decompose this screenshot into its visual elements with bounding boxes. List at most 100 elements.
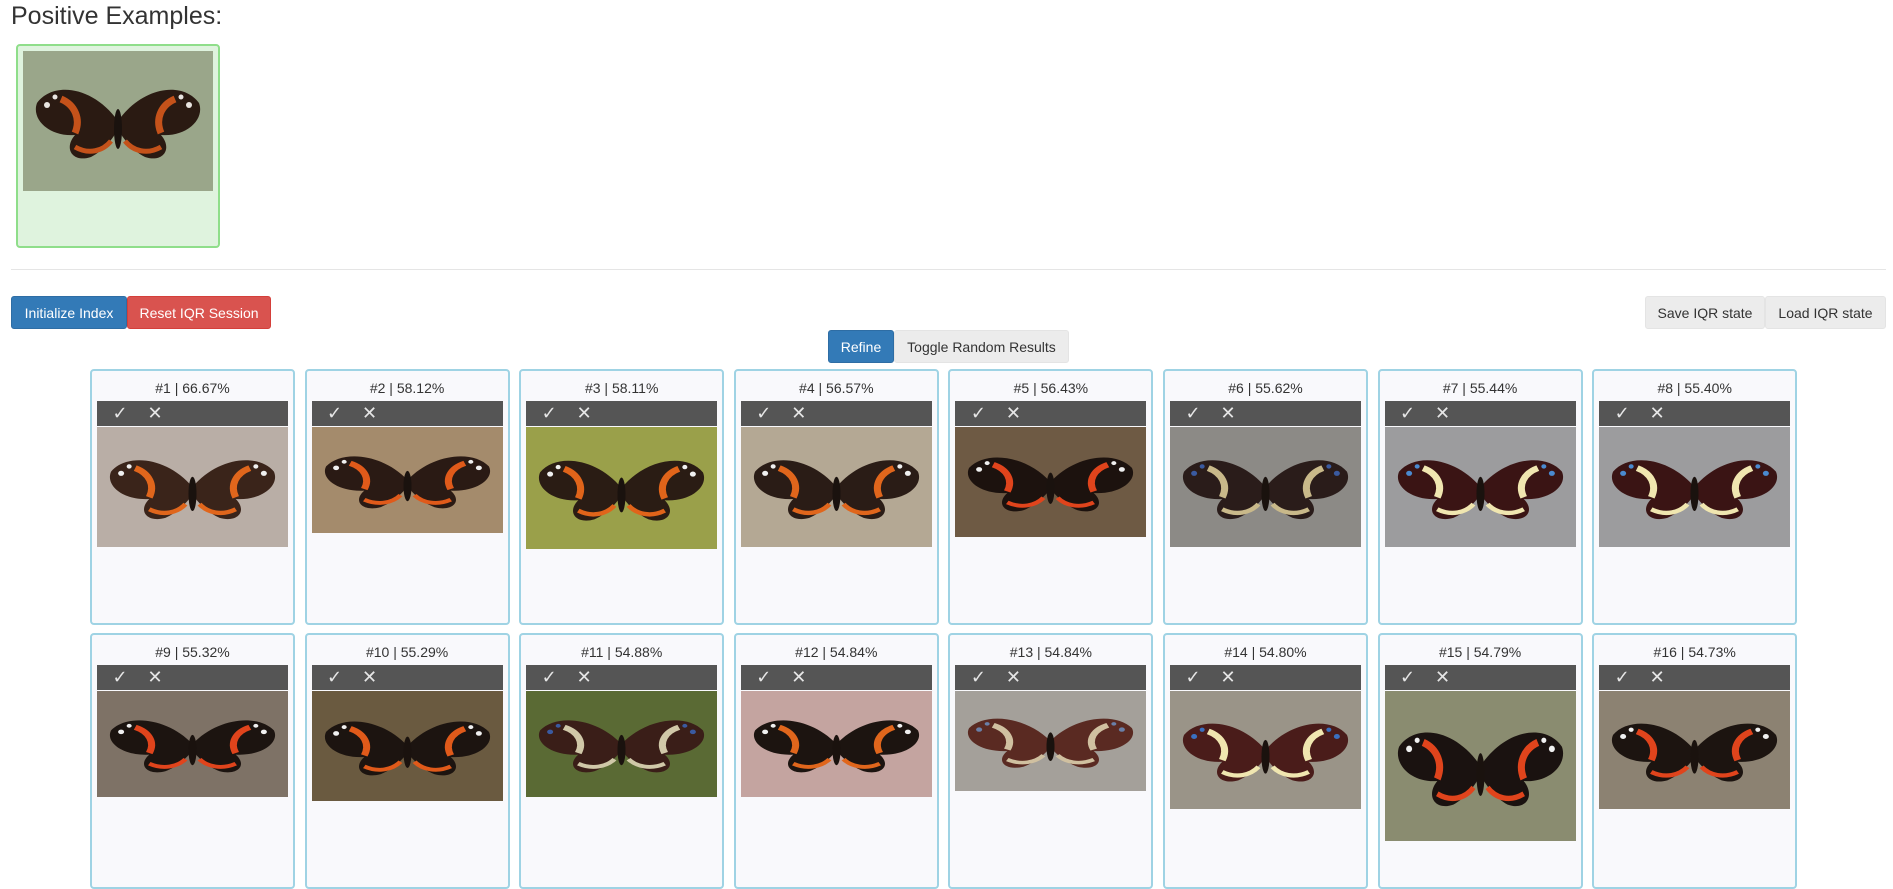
close-icon[interactable]: ✕ xyxy=(784,665,814,690)
reset-iqr-session-button[interactable]: Reset IQR Session xyxy=(127,296,271,329)
result-actions-bar: ✓ ✕ xyxy=(740,401,932,426)
result-rank-score: #5 | 56.43% xyxy=(1013,380,1089,396)
result-rank-score: #16 | 54.73% xyxy=(1653,644,1736,660)
check-icon[interactable]: ✓ xyxy=(749,401,779,426)
result-image[interactable] xyxy=(1384,691,1576,841)
close-icon[interactable]: ✕ xyxy=(784,401,814,426)
check-icon[interactable]: ✓ xyxy=(963,401,993,426)
result-card[interactable]: #10 | 55.29% ✓ ✕ xyxy=(304,633,510,889)
result-rank-score: #2 | 58.12% xyxy=(369,380,445,396)
check-icon[interactable]: ✓ xyxy=(534,665,564,690)
result-image[interactable] xyxy=(1599,691,1791,809)
result-rank-score: #11 | 54.88% xyxy=(581,644,663,660)
close-icon[interactable]: ✕ xyxy=(140,401,170,426)
result-card[interactable]: #8 | 55.40% ✓ ✕ xyxy=(1592,369,1798,625)
check-icon[interactable]: ✓ xyxy=(320,401,350,426)
result-image[interactable] xyxy=(955,427,1147,537)
check-icon[interactable]: ✓ xyxy=(963,665,993,690)
positive-example-image[interactable] xyxy=(23,51,213,191)
result-card[interactable]: #13 | 54.84% ✓ ✕ xyxy=(948,633,1154,889)
result-actions-bar: ✓ ✕ xyxy=(311,665,503,690)
result-card[interactable]: #4 | 56.57% ✓ ✕ xyxy=(733,369,939,625)
result-card[interactable]: #2 | 58.12% ✓ ✕ xyxy=(304,369,510,625)
result-actions-bar: ✓ ✕ xyxy=(1599,665,1791,690)
result-card[interactable]: #16 | 54.73% ✓ ✕ xyxy=(1592,633,1798,889)
result-card[interactable]: #5 | 56.43% ✓ ✕ xyxy=(948,369,1154,625)
result-actions-bar: ✓ ✕ xyxy=(955,401,1147,426)
close-icon[interactable]: ✕ xyxy=(1642,401,1672,426)
result-actions-bar: ✓ ✕ xyxy=(97,401,288,426)
close-icon[interactable]: ✕ xyxy=(355,665,385,690)
close-icon[interactable]: ✕ xyxy=(1642,665,1672,690)
result-image[interactable] xyxy=(526,427,718,549)
check-icon[interactable]: ✓ xyxy=(1607,401,1637,426)
check-icon[interactable]: ✓ xyxy=(1393,401,1423,426)
positive-example-card[interactable] xyxy=(16,44,220,248)
result-image[interactable] xyxy=(1170,691,1361,809)
result-actions-bar: ✓ ✕ xyxy=(1384,665,1576,690)
result-image[interactable] xyxy=(1170,427,1361,547)
result-image[interactable] xyxy=(311,691,503,801)
result-card[interactable]: #7 | 55.44% ✓ ✕ xyxy=(1377,369,1583,625)
check-icon[interactable]: ✓ xyxy=(1393,665,1423,690)
close-icon[interactable]: ✕ xyxy=(569,665,599,690)
result-rank-score: #14 | 54.80% xyxy=(1224,644,1307,660)
result-card[interactable]: #1 | 66.67% ✓ ✕ xyxy=(90,369,295,625)
load-iqr-state-button[interactable]: Load IQR state xyxy=(1765,296,1886,329)
result-image[interactable] xyxy=(311,427,503,533)
result-card[interactable]: #11 | 54.88% ✓ ✕ xyxy=(519,633,725,889)
result-card[interactable]: #6 | 55.62% ✓ ✕ xyxy=(1163,369,1368,625)
result-image[interactable] xyxy=(97,691,288,797)
result-actions-bar: ✓ ✕ xyxy=(1170,665,1361,690)
result-card[interactable]: #3 | 58.11% ✓ ✕ xyxy=(519,369,725,625)
close-icon[interactable]: ✕ xyxy=(1213,665,1243,690)
close-icon[interactable]: ✕ xyxy=(140,665,170,690)
result-image[interactable] xyxy=(740,691,932,797)
close-icon[interactable]: ✕ xyxy=(998,401,1028,426)
check-icon[interactable]: ✓ xyxy=(1178,665,1208,690)
close-icon[interactable]: ✕ xyxy=(355,401,385,426)
section-divider xyxy=(11,269,1886,270)
result-actions-bar: ✓ ✕ xyxy=(1384,401,1576,426)
result-rank-score: #9 | 55.32% xyxy=(155,644,230,660)
check-icon[interactable]: ✓ xyxy=(749,665,779,690)
result-card[interactable]: #15 | 54.79% ✓ ✕ xyxy=(1377,633,1583,889)
result-image[interactable] xyxy=(1384,427,1576,547)
result-image[interactable] xyxy=(740,427,932,547)
close-icon[interactable]: ✕ xyxy=(569,401,599,426)
result-image[interactable] xyxy=(1599,427,1791,547)
result-rank-score: #1 | 66.67% xyxy=(155,380,230,396)
close-icon[interactable]: ✕ xyxy=(1428,665,1458,690)
result-actions-bar: ✓ ✕ xyxy=(1599,401,1791,426)
result-actions-bar: ✓ ✕ xyxy=(526,401,718,426)
initialize-index-button[interactable]: Initialize Index xyxy=(11,296,127,329)
check-icon[interactable]: ✓ xyxy=(1178,401,1208,426)
toggle-random-results-button[interactable]: Toggle Random Results xyxy=(894,330,1069,363)
refine-button[interactable]: Refine xyxy=(828,330,894,363)
save-iqr-state-button[interactable]: Save IQR state xyxy=(1645,296,1765,329)
check-icon[interactable]: ✓ xyxy=(105,401,135,426)
result-actions-bar: ✓ ✕ xyxy=(1170,401,1361,426)
check-icon[interactable]: ✓ xyxy=(320,665,350,690)
check-icon[interactable]: ✓ xyxy=(1607,665,1637,690)
result-card[interactable]: #9 | 55.32% ✓ ✕ xyxy=(90,633,295,889)
result-rank-score: #6 | 55.62% xyxy=(1228,380,1303,396)
result-actions-bar: ✓ ✕ xyxy=(955,665,1147,690)
close-icon[interactable]: ✕ xyxy=(998,665,1028,690)
check-icon[interactable]: ✓ xyxy=(534,401,564,426)
close-icon[interactable]: ✕ xyxy=(1213,401,1243,426)
result-rank-score: #15 | 54.79% xyxy=(1438,644,1522,660)
result-image[interactable] xyxy=(955,691,1147,791)
result-image[interactable] xyxy=(97,427,288,547)
result-rank-score: #4 | 56.57% xyxy=(799,380,874,396)
result-image[interactable] xyxy=(526,691,718,797)
check-icon[interactable]: ✓ xyxy=(105,665,135,690)
result-rank-score: #7 | 55.44% xyxy=(1442,380,1518,396)
positive-examples-heading: Positive Examples: xyxy=(11,2,223,30)
result-actions-bar: ✓ ✕ xyxy=(311,401,503,426)
result-card[interactable]: #12 | 54.84% ✓ ✕ xyxy=(733,633,939,889)
result-rank-score: #8 | 55.40% xyxy=(1657,380,1732,396)
result-card[interactable]: #14 | 54.80% ✓ ✕ xyxy=(1163,633,1368,889)
close-icon[interactable]: ✕ xyxy=(1428,401,1458,426)
result-rank-score: #3 | 58.11% xyxy=(584,380,659,396)
